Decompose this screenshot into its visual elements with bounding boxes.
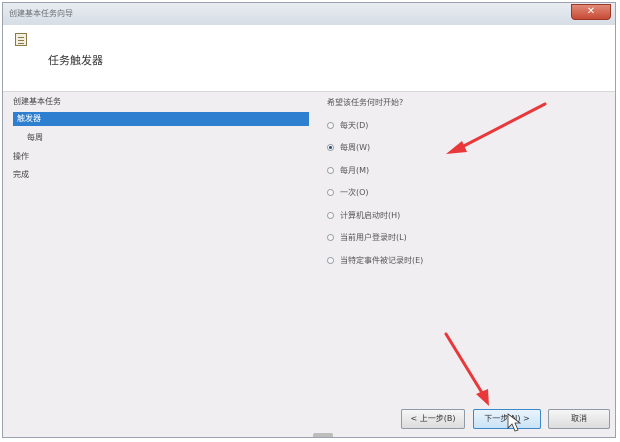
annotation-arrows — [444, 102, 547, 432]
cursor-icon — [507, 413, 522, 432]
arrow-to-next-icon — [444, 332, 489, 406]
arrow-to-weekly-icon — [446, 102, 547, 154]
